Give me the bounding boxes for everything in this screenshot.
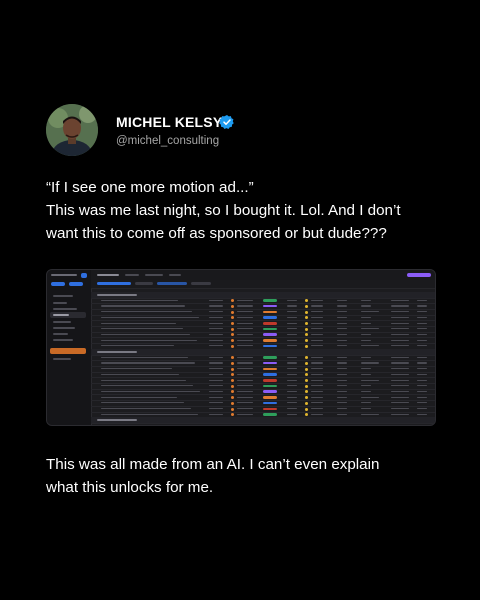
embedded-screenshot[interactable] (46, 269, 436, 426)
screenshot-group-row (91, 417, 435, 424)
tweet-line: This was me last night, so I bought it. … (46, 202, 401, 219)
tweet-text: “If I see one more motion ad...” This wa… (46, 176, 446, 245)
screenshot-task-table (91, 270, 435, 425)
caption-text: This was all made from an AI. I can’t ev… (46, 453, 446, 499)
screenshot-sidebar (47, 270, 92, 425)
tweet-line: want this to come off as sponsored or bu… (46, 225, 387, 242)
caption-line: what this unlocks for me. (46, 479, 214, 496)
author-name[interactable]: MICHEL KELSY (116, 114, 222, 130)
author-handle[interactable]: @michel_consulting (116, 135, 219, 147)
verified-badge-icon (219, 115, 234, 129)
avatar[interactable] (46, 104, 98, 156)
caption-line: This was all made from an AI. I can’t ev… (46, 456, 380, 473)
tweet-line: “If I see one more motion ad...” (46, 179, 254, 196)
profile-photo-icon (46, 104, 98, 156)
